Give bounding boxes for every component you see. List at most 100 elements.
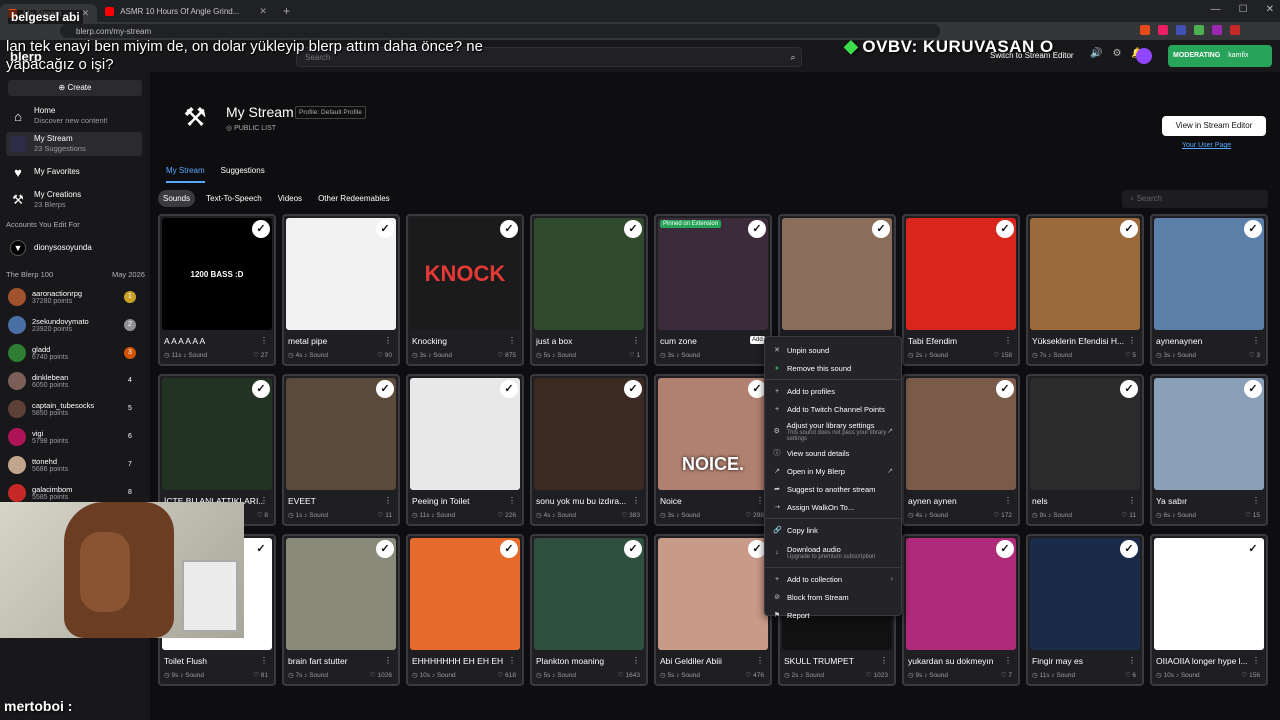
checkmark-icon[interactable]: ✓ bbox=[624, 380, 642, 398]
new-tab-button[interactable]: + bbox=[275, 4, 298, 18]
tab-suggestions[interactable]: Suggestions bbox=[221, 166, 265, 183]
sound-title[interactable]: just a box bbox=[536, 336, 636, 346]
sound-title[interactable]: Plankton moaning bbox=[536, 656, 636, 666]
context-menu-item[interactable]: + Add to collection › bbox=[765, 570, 901, 588]
context-menu-item[interactable]: ⚑ Report bbox=[765, 606, 901, 624]
more-options-icon[interactable]: ⋮ bbox=[508, 336, 516, 345]
checkmark-icon[interactable]: ✓ bbox=[872, 220, 890, 238]
maximize-icon[interactable]: ☐ bbox=[1239, 4, 1248, 15]
create-button[interactable]: ⊕ Create bbox=[8, 80, 142, 96]
context-menu-item[interactable]: ⊘ Block from Stream bbox=[765, 588, 901, 606]
more-options-icon[interactable]: ⋮ bbox=[632, 656, 640, 665]
sound-card[interactable]: ✓ yukardan su dokmeyın ⋮ ◷ 9s ♪ Sound ♡ 7 bbox=[902, 534, 1020, 686]
sound-title[interactable]: A A A A A A bbox=[164, 336, 264, 346]
profile-badge[interactable]: Profile: Default Profile bbox=[295, 106, 366, 119]
context-menu-item[interactable]: 🔗 Copy link bbox=[765, 521, 901, 539]
extension-icon[interactable] bbox=[1212, 25, 1222, 35]
browser-tab-my-stream[interactable]: My Stream ✕ bbox=[0, 4, 98, 22]
blerp100-item[interactable]: captain_tubesocks 5850 points 5 bbox=[8, 398, 138, 420]
blerp100-item[interactable]: dinklebean 6050 points 4 bbox=[8, 370, 138, 392]
context-menu-item[interactable]: ⚙ Adjust your library settings This sound … bbox=[765, 418, 901, 444]
context-menu-item[interactable]: + Add to Twitch Channel Points bbox=[765, 400, 901, 418]
checkmark-icon[interactable]: ✓ bbox=[252, 220, 270, 238]
sound-title[interactable]: Toilet Flush bbox=[164, 656, 264, 666]
checkmark-icon[interactable]: ✓ bbox=[1120, 540, 1138, 558]
extension-icon[interactable] bbox=[1176, 25, 1186, 35]
more-options-icon[interactable]: ⋮ bbox=[1252, 496, 1260, 505]
sound-title[interactable]: SKULL TRUMPET bbox=[784, 656, 884, 666]
url-field[interactable]: blerp.com/my-stream bbox=[60, 24, 940, 38]
switch-stream-editor-link[interactable]: Switch to Stream Editor bbox=[990, 51, 1074, 60]
sound-card[interactable]: ✓ aynenaynen ⋮ ◷ 3s ♪ Sound ♡ 3 bbox=[1150, 214, 1268, 366]
close-tab-icon[interactable]: ✕ bbox=[82, 8, 90, 19]
more-options-icon[interactable]: ⋮ bbox=[1252, 656, 1260, 665]
sidebar-item-favorites[interactable]: ♥ My Favorites bbox=[6, 160, 142, 184]
user-avatar[interactable] bbox=[1136, 48, 1152, 64]
checkmark-icon[interactable]: ✓ bbox=[1120, 220, 1138, 238]
more-options-icon[interactable]: ⋮ bbox=[508, 656, 516, 665]
browser-tab-youtube[interactable]: ASMR 10 Hours Of Angle Grind... ✕ bbox=[97, 2, 275, 20]
sound-card[interactable]: 1200 BASS :D ✓ A A A A A A ⋮ ◷ 11s ♪ Sound ♡ … bbox=[158, 214, 276, 366]
checkmark-icon[interactable]: ✓ bbox=[624, 540, 642, 558]
more-options-icon[interactable]: ⋮ bbox=[1128, 656, 1136, 665]
context-menu-item[interactable]: ⓘ View sound details bbox=[765, 444, 901, 462]
sound-title[interactable]: Tabi Efendim bbox=[908, 336, 1008, 346]
more-options-icon[interactable]: ⋮ bbox=[1128, 496, 1136, 505]
sound-card[interactable]: ✓ nels ⋮ ◷ 9s ♪ Sound ♡ 11 bbox=[1026, 374, 1144, 526]
moderating-badge[interactable]: MODERATING kamfix bbox=[1168, 45, 1272, 67]
context-menu-item[interactable]: + Add to profiles bbox=[765, 382, 901, 400]
sound-title[interactable]: aynenaynen bbox=[1156, 336, 1256, 346]
sidebar-item-home[interactable]: ⌂ Home Discover new content! bbox=[6, 104, 142, 128]
context-menu-item[interactable]: ✕ Unpin sound bbox=[765, 341, 901, 359]
sound-card[interactable]: ✓ Tabi Efendim ⋮ ◷ 2s ♪ Sound ♡ 158 bbox=[902, 214, 1020, 366]
sound-card[interactable]: ✓ Ya sabır ⋮ ◷ 6s ♪ Sound ♡ 15 bbox=[1150, 374, 1268, 526]
extension-icon[interactable] bbox=[1194, 25, 1204, 35]
context-menu-item[interactable]: ⇢ Assign WalkOn To... bbox=[765, 498, 901, 516]
more-options-icon[interactable]: ⋮ bbox=[1004, 336, 1012, 345]
sidebar-item-creations[interactable]: ⚒ My Creations 23 Blerps bbox=[6, 188, 142, 212]
blerp100-item[interactable]: vigi 5798 points 6 bbox=[8, 426, 138, 448]
sound-title[interactable]: yukardan su dokmeyın bbox=[908, 656, 1008, 666]
blerp100-item[interactable]: ttonehd 5686 points 7 bbox=[8, 454, 138, 476]
view-in-stream-editor-button[interactable]: View in Stream Editor bbox=[1162, 116, 1266, 136]
sound-title[interactable]: Noice bbox=[660, 496, 760, 506]
sound-title[interactable]: Knocking bbox=[412, 336, 512, 346]
sound-card[interactable]: ✓ brain fart stutter ⋮ ◷ 7s ♪ Sound ♡ 1026 bbox=[282, 534, 400, 686]
sound-title[interactable]: Yükseklerin Efendisi H... bbox=[1032, 336, 1132, 346]
checkmark-icon[interactable]: ✓ bbox=[1244, 220, 1262, 238]
sound-title[interactable]: Fingir may es bbox=[1032, 656, 1132, 666]
blerp-logo[interactable]: blerp bbox=[10, 49, 42, 64]
sound-card[interactable]: ✓ OIIAOIIA longer hype l... ⋮ ◷ 10s ♪ Sound… bbox=[1150, 534, 1268, 686]
extension-icon[interactable] bbox=[1230, 25, 1240, 35]
checkmark-icon[interactable]: ✓ bbox=[376, 220, 394, 238]
checkmark-icon[interactable]: ✓ bbox=[1244, 540, 1262, 558]
more-options-icon[interactable]: ⋮ bbox=[1004, 656, 1012, 665]
blerp100-item[interactable]: galacimbom 5585 points 8 bbox=[8, 482, 138, 504]
checkmark-icon[interactable]: ✓ bbox=[996, 380, 1014, 398]
more-options-icon[interactable]: ⋮ bbox=[880, 656, 888, 665]
checkmark-icon[interactable]: ✓ bbox=[500, 380, 518, 398]
settings-icon[interactable]: ⚙ bbox=[1112, 48, 1121, 59]
sound-title[interactable]: cum zone bbox=[660, 336, 760, 346]
sound-title[interactable]: nels bbox=[1032, 496, 1132, 506]
more-options-icon[interactable]: ⋮ bbox=[260, 496, 268, 505]
filter-other[interactable]: Other Redeemables bbox=[313, 190, 395, 207]
sound-title[interactable]: Ya sabır bbox=[1156, 496, 1256, 506]
more-options-icon[interactable]: ⋮ bbox=[260, 336, 268, 345]
volume-icon[interactable]: 🔊 bbox=[1090, 48, 1102, 59]
sound-card[interactable]: ✓ Fingir may es ⋮ ◷ 11s ♪ Sound ♡ 6 bbox=[1026, 534, 1144, 686]
tab-my-stream[interactable]: My Stream bbox=[166, 166, 205, 183]
sound-title[interactable]: OIIAOIIA longer hype l... bbox=[1156, 656, 1256, 666]
sound-card[interactable]: NOICE. ✓ Noice ⋮ ◷ 3s ♪ Sound ♡ 298 bbox=[654, 374, 772, 526]
sound-card[interactable]: ✓ aynen aynen ⋮ ◷ 4s ♪ Sound ♡ 172 bbox=[902, 374, 1020, 526]
blerp100-item[interactable]: gladd 6740 points 3 bbox=[8, 342, 138, 364]
header-search-input[interactable]: Search bbox=[296, 47, 802, 67]
context-menu-item[interactable]: ↗ Open in My Blerp ↗ bbox=[765, 462, 901, 480]
checkmark-icon[interactable]: ✓ bbox=[996, 540, 1014, 558]
sound-title[interactable]: brain fart stutter bbox=[288, 656, 388, 666]
sound-title[interactable]: EVEET bbox=[288, 496, 388, 506]
context-menu-item[interactable]: ● Remove this sound bbox=[765, 359, 901, 377]
more-options-icon[interactable]: ⋮ bbox=[384, 656, 392, 665]
sound-card[interactable]: ✓ Plankton moaning ⋮ ◷ 5s ♪ Sound ♡ 1643 bbox=[530, 534, 648, 686]
checkmark-icon[interactable]: ✓ bbox=[624, 220, 642, 238]
